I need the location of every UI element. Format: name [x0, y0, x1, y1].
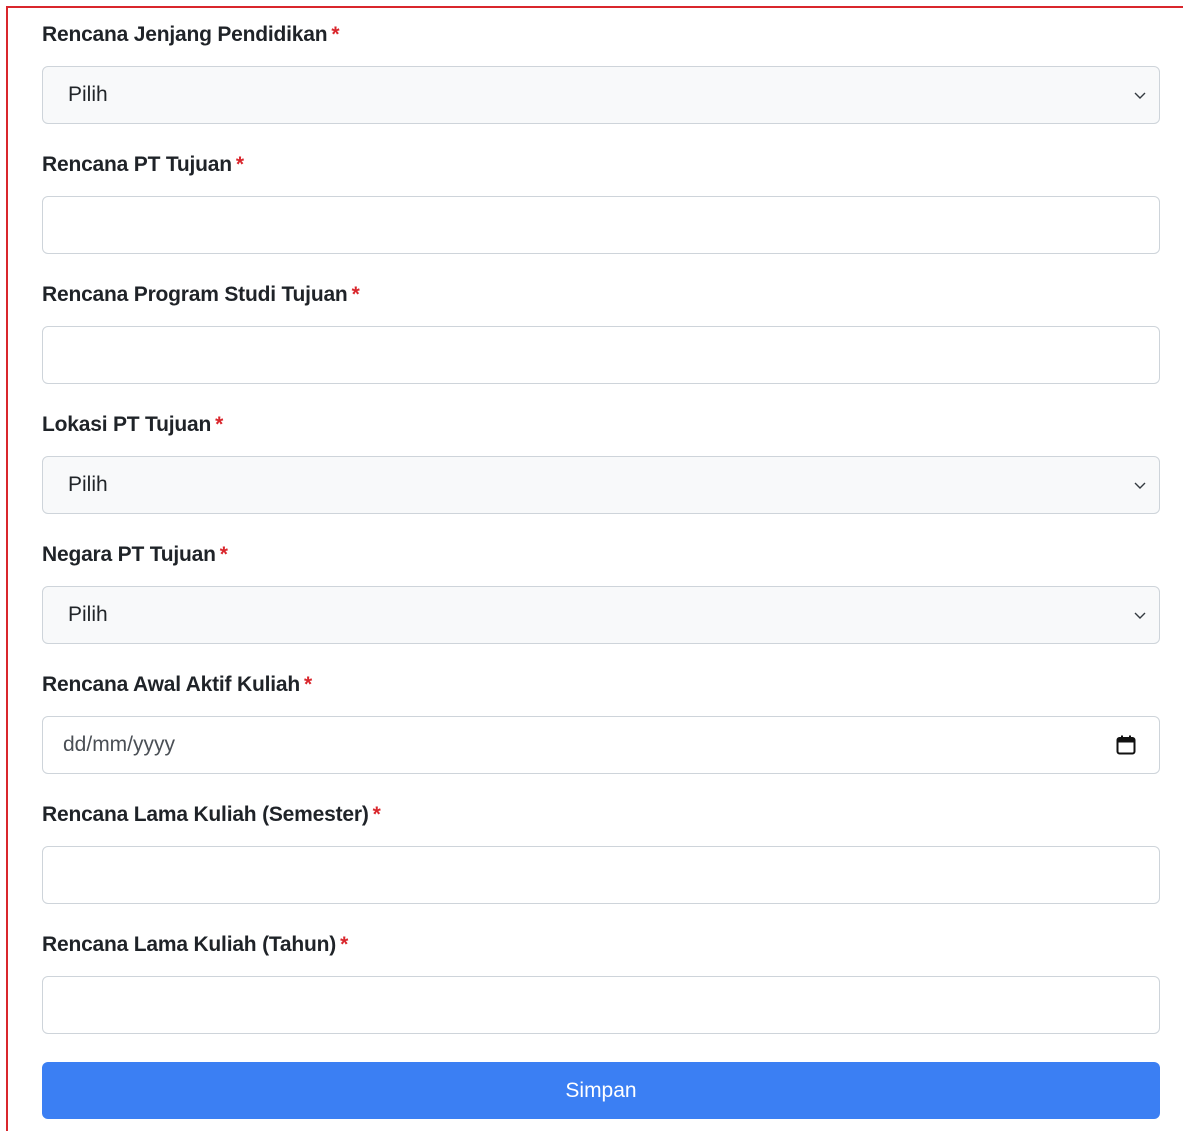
pt-tujuan-input[interactable]: [42, 196, 1160, 254]
field-label: Rencana Lama Kuliah (Tahun) *: [42, 933, 349, 956]
field-label: Rencana Lama Kuliah (Semester) *: [42, 803, 381, 826]
field-label: Rencana Awal Aktif Kuliah *: [42, 673, 312, 696]
program-studi-tujuan-input[interactable]: [42, 326, 1160, 384]
field-negara-pt-tujuan: Negara PT Tujuan * Pilih: [42, 540, 1160, 644]
field-pt-tujuan: Rencana PT Tujuan *: [42, 150, 1160, 254]
chevron-down-icon: [1134, 612, 1146, 619]
field-awal-aktif-kuliah: Rencana Awal Aktif Kuliah * dd/mm/yyyy: [42, 670, 1160, 774]
selected-value: Pilih: [68, 473, 108, 496]
field-jenjang-pendidikan: Rencana Jenjang Pendidikan * Pilih: [42, 20, 1160, 124]
field-lama-kuliah-semester: Rencana Lama Kuliah (Semester) *: [42, 800, 1160, 904]
chevron-down-icon: [1134, 92, 1146, 99]
required-mark: *: [303, 673, 312, 696]
simpan-button[interactable]: Simpan: [42, 1062, 1160, 1119]
required-mark: *: [235, 153, 244, 176]
field-label: Rencana Jenjang Pendidikan *: [42, 23, 340, 46]
required-mark: *: [219, 543, 228, 566]
lokasi-pt-tujuan-select[interactable]: Pilih: [42, 456, 1160, 514]
negara-pt-tujuan-select[interactable]: Pilih: [42, 586, 1160, 644]
selected-value: Pilih: [68, 83, 108, 106]
calendar-icon[interactable]: [1115, 734, 1137, 756]
required-mark: *: [351, 283, 360, 306]
field-lama-kuliah-tahun: Rencana Lama Kuliah (Tahun) *: [42, 930, 1160, 1034]
selected-value: Pilih: [68, 603, 108, 626]
lama-kuliah-tahun-input[interactable]: [42, 976, 1160, 1034]
required-mark: *: [372, 803, 381, 826]
lama-kuliah-semester-input[interactable]: [42, 846, 1160, 904]
date-placeholder: dd/mm/yyyy: [63, 733, 176, 756]
required-mark: *: [215, 413, 224, 436]
awal-aktif-kuliah-date-input[interactable]: dd/mm/yyyy: [42, 716, 1160, 774]
field-label: Rencana PT Tujuan *: [42, 153, 244, 176]
chevron-down-icon: [1134, 482, 1146, 489]
required-mark: *: [331, 23, 340, 46]
required-mark: *: [340, 933, 349, 956]
field-lokasi-pt-tujuan: Lokasi PT Tujuan * Pilih: [42, 410, 1160, 514]
field-label: Lokasi PT Tujuan *: [42, 413, 224, 436]
jenjang-pendidikan-select[interactable]: Pilih: [42, 66, 1160, 124]
field-label: Rencana Program Studi Tujuan *: [42, 283, 360, 306]
study-plan-form: Rencana Jenjang Pendidikan * Pilih Rencan…: [42, 20, 1160, 1060]
field-label: Negara PT Tujuan *: [42, 543, 228, 566]
field-program-studi-tujuan: Rencana Program Studi Tujuan *: [42, 280, 1160, 384]
